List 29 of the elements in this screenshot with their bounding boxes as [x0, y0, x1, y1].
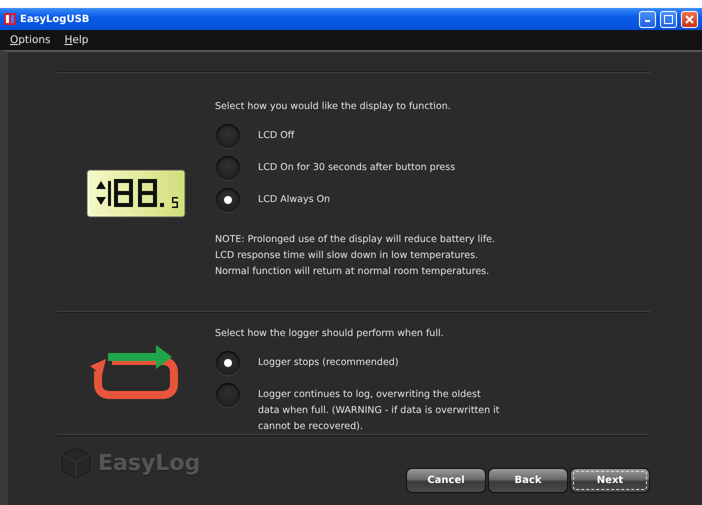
- radio-button[interactable]: [216, 156, 240, 180]
- note-text: LCD response time will slow down in low temperatures.: [215, 249, 480, 263]
- radio-button[interactable]: [216, 124, 240, 148]
- app-icon: [4, 13, 16, 25]
- option-label: LCD Off: [258, 129, 296, 143]
- window-title: EasyLogUSB: [20, 14, 90, 24]
- radio-button[interactable]: [216, 383, 240, 407]
- menu-item[interactable]: Options: [10, 34, 51, 46]
- maximize-icon: [664, 14, 673, 24]
- radio-button[interactable]: [216, 351, 240, 375]
- radio-button[interactable]: [216, 188, 240, 212]
- prompt-text: Select how the logger should perform when full.: [215, 328, 445, 339]
- note-text: Normal function will return at normal room temperatures.: [215, 265, 490, 279]
- dialog-button[interactable]: Back: [488, 468, 568, 493]
- option-label: Logger stops (recommended): [258, 356, 400, 370]
- menu-item[interactable]: Help: [64, 34, 88, 46]
- lcd-display-icon: [86, 168, 186, 218]
- close-button[interactable]: [681, 10, 698, 28]
- option-label: LCD On for 30 seconds after button press: [258, 161, 456, 175]
- option-label: Logger continues to log, overwriting the oldest data when full. (WARNING - if data is overwritten it cannot be recovered).: [258, 388, 501, 434]
- dialog-button[interactable]: Next: [570, 468, 650, 493]
- minimize-button[interactable]: [639, 10, 656, 28]
- dialog-button[interactable]: Cancel: [406, 468, 486, 493]
- note-text: NOTE: Prolonged use of the display will reduce battery life.: [215, 233, 496, 247]
- prompt-text: Select how you would like the display to function.: [215, 101, 452, 112]
- cube-logo-icon: [60, 447, 92, 479]
- option-label: LCD Always On: [258, 193, 332, 207]
- close-icon: [685, 14, 694, 24]
- maximize-button[interactable]: [660, 10, 677, 28]
